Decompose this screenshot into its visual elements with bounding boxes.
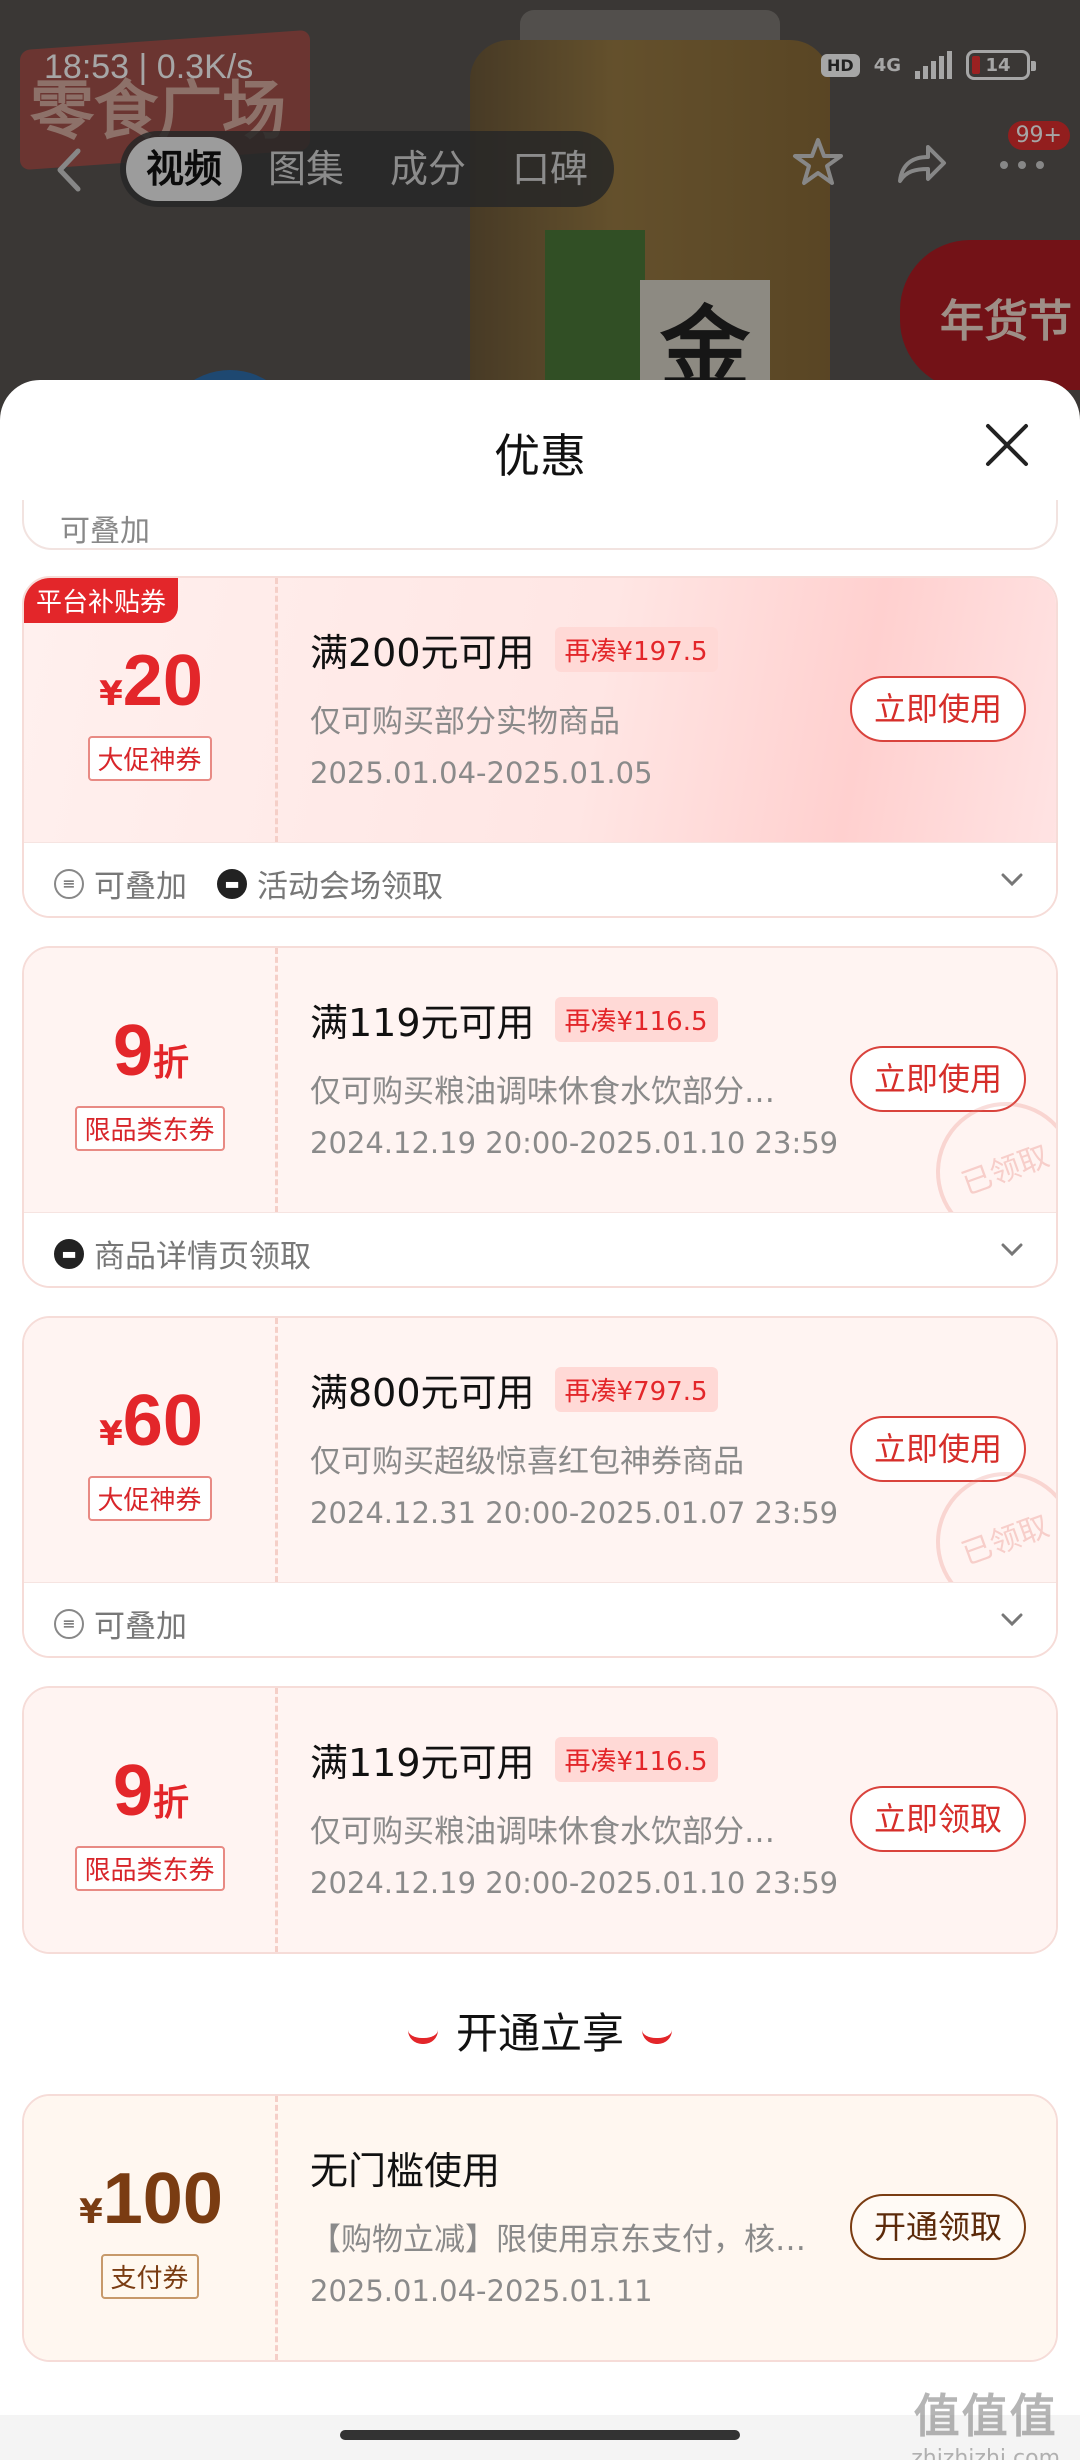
coupon-footer[interactable]: ≡ 可叠加 bbox=[24, 1582, 1056, 1656]
coupon-validity: 2024.12.19 20:00-2025.01.10 23:59 bbox=[310, 1126, 839, 1160]
ticket-icon: ▬ bbox=[217, 868, 247, 899]
modal-overlay[interactable] bbox=[0, 0, 1080, 420]
coupon-validity: 2025.01.04-2025.01.11 bbox=[310, 2274, 653, 2308]
chevron-down-icon[interactable] bbox=[998, 865, 1026, 893]
coupon-amount: ¥60 bbox=[99, 1381, 203, 1461]
coupon-card-partial: 可叠加 bbox=[22, 500, 1058, 550]
coupon-scope: 仅可购买部分实物商品 bbox=[310, 704, 620, 740]
remaining-amount: 再凑¥116.5 bbox=[554, 1737, 718, 1782]
coupon-validity: 2025.01.04-2025.01.05 bbox=[310, 756, 653, 790]
use-now-button[interactable]: 立即使用 bbox=[850, 676, 1026, 742]
watermark: 值值值 zhizhizhi.com bbox=[911, 2389, 1060, 2460]
coupon-body: 9折 限品类东券 满119元可用 再凑¥116.5 仅可购买粮油调味休食水饮部分… bbox=[24, 1688, 1056, 1952]
stack-icon: ≡ bbox=[54, 1608, 84, 1639]
platform-subsidy-badge: 平台补贴券 bbox=[24, 578, 179, 623]
coupon-card: 9折 限品类东券 满119元可用 再凑¥116.5 仅可购买粮油调味休食水饮部分… bbox=[22, 1686, 1058, 1954]
coupon-amount: ¥100 bbox=[79, 2159, 223, 2239]
chevron-down-icon[interactable] bbox=[998, 1235, 1026, 1263]
condition-text: 满119元可用 bbox=[310, 1001, 535, 1045]
ticket-icon: ▬ bbox=[54, 1238, 84, 1269]
coupon-card: 9折 限品类东券 满119元可用 再凑¥116.5 仅可购买粮油调味休食水饮部分… bbox=[22, 946, 1058, 1288]
coupon-amount: ¥20 bbox=[99, 641, 203, 721]
coupon-footer[interactable]: ▬ 商品详情页领取 bbox=[24, 1212, 1056, 1286]
coupon-value-area: 9折 限品类东券 bbox=[24, 948, 278, 1212]
coupon-footer[interactable]: ≡ 可叠加 ▬ 活动会场领取 bbox=[24, 842, 1056, 916]
home-indicator[interactable] bbox=[340, 2430, 740, 2440]
condition-text: 满800元可用 bbox=[310, 1371, 535, 1415]
coupon-type: 大促神券 bbox=[87, 736, 212, 781]
activate-claim-button[interactable]: 开通领取 bbox=[850, 2194, 1026, 2260]
coupon-scope: 仅可购买超级惊喜红包神券商品 bbox=[310, 1444, 744, 1480]
section-heading: 开通立享 bbox=[0, 2000, 1080, 2061]
coupon-card: ¥20 大促神券 平台补贴券 满200元可用 再凑¥197.5 仅可购买部分实物… bbox=[22, 576, 1058, 918]
stackable-tag: 可叠加 bbox=[60, 514, 150, 549]
stack-icon: ≡ bbox=[54, 868, 84, 899]
coupon-value-area: ¥100 支付券 bbox=[24, 2096, 278, 2360]
sheet-title: 优惠 bbox=[494, 429, 586, 483]
remaining-amount: 再凑¥116.5 bbox=[554, 997, 718, 1042]
tag-source: ▬ 商品详情页领取 bbox=[54, 1231, 311, 1276]
coupon-scope: 【购物立减】限使用京东支付，核… bbox=[310, 2222, 806, 2258]
coupon-scope: 仅可购买粮油调味休食水饮部分… bbox=[310, 1074, 775, 1110]
coupon-amount: 9折 bbox=[112, 1011, 190, 1091]
coupon-type: 限品类东券 bbox=[74, 1106, 225, 1151]
coupon-scope: 仅可购买粮油调味休食水饮部分… bbox=[310, 1814, 775, 1850]
decor-arc-icon bbox=[642, 2030, 672, 2044]
tag-stackable: ≡ 可叠加 bbox=[54, 1601, 187, 1646]
coupon-sheet: 优惠 可叠加 ¥20 大促神券 平台补贴券 满200元可用 再凑¥197.5 仅… bbox=[0, 380, 1080, 2460]
coupon-card: ¥60 大促神券 满800元可用 再凑¥797.5 仅可购买超级惊喜红包神券商品… bbox=[22, 1316, 1058, 1658]
coupon-body: ¥100 支付券 无门槛使用 【购物立减】限使用京东支付，核… 2025.01.… bbox=[24, 2096, 1056, 2360]
coupon-list[interactable]: 可叠加 ¥20 大促神券 平台补贴券 满200元可用 再凑¥197.5 仅可购买… bbox=[0, 500, 1080, 2460]
claim-now-button[interactable]: 立即领取 bbox=[850, 1786, 1026, 1852]
tag-stackable: ≡ 可叠加 bbox=[54, 861, 187, 906]
coupon-type: 限品类东券 bbox=[74, 1846, 225, 1891]
coupon-body: 9折 限品类东券 满119元可用 再凑¥116.5 仅可购买粮油调味休食水饮部分… bbox=[24, 948, 1056, 1262]
remaining-amount: 再凑¥197.5 bbox=[554, 627, 718, 672]
close-icon[interactable] bbox=[982, 420, 1032, 470]
coupon-condition: 满800元可用 再凑¥797.5 bbox=[310, 1362, 718, 1417]
coupon-body: ¥20 大促神券 平台补贴券 满200元可用 再凑¥197.5 仅可购买部分实物… bbox=[24, 578, 1056, 842]
product-page-background: 零食广场 金 年货节 18:53 | 0.3K/s HD 4G 14 视频 图集… bbox=[0, 0, 1080, 420]
coupon-body: ¥60 大促神券 满800元可用 再凑¥797.5 仅可购买超级惊喜红包神券商品… bbox=[24, 1318, 1056, 1632]
coupon-type: 大促神券 bbox=[87, 1476, 212, 1521]
coupon-validity: 2024.12.31 20:00-2025.01.07 23:59 bbox=[310, 1496, 839, 1530]
chevron-down-icon[interactable] bbox=[998, 1605, 1026, 1633]
coupon-validity: 2024.12.19 20:00-2025.01.10 23:59 bbox=[310, 1866, 839, 1900]
decor-arc-icon bbox=[407, 2030, 438, 2044]
coupon-amount: 9折 bbox=[112, 1751, 190, 1831]
coupon-condition: 满119元可用 再凑¥116.5 bbox=[310, 992, 718, 1047]
condition-text: 无门槛使用 bbox=[310, 2149, 501, 2193]
condition-text: 满119元可用 bbox=[310, 1741, 535, 1785]
coupon-type: 支付券 bbox=[100, 2254, 199, 2299]
coupon-condition: 满200元可用 再凑¥197.5 bbox=[310, 622, 718, 677]
coupon-condition: 无门槛使用 bbox=[310, 2140, 500, 2195]
payment-coupon-card: ¥100 支付券 无门槛使用 【购物立减】限使用京东支付，核… 2025.01.… bbox=[22, 2094, 1058, 2362]
coupon-condition: 满119元可用 再凑¥116.5 bbox=[310, 1732, 718, 1787]
remaining-amount: 再凑¥797.5 bbox=[554, 1367, 718, 1412]
condition-text: 满200元可用 bbox=[310, 631, 535, 675]
coupon-value-area: ¥60 大促神券 bbox=[24, 1318, 278, 1582]
tag-source: ▬ 活动会场领取 bbox=[217, 861, 443, 906]
coupon-value-area: 9折 限品类东券 bbox=[24, 1688, 278, 1952]
